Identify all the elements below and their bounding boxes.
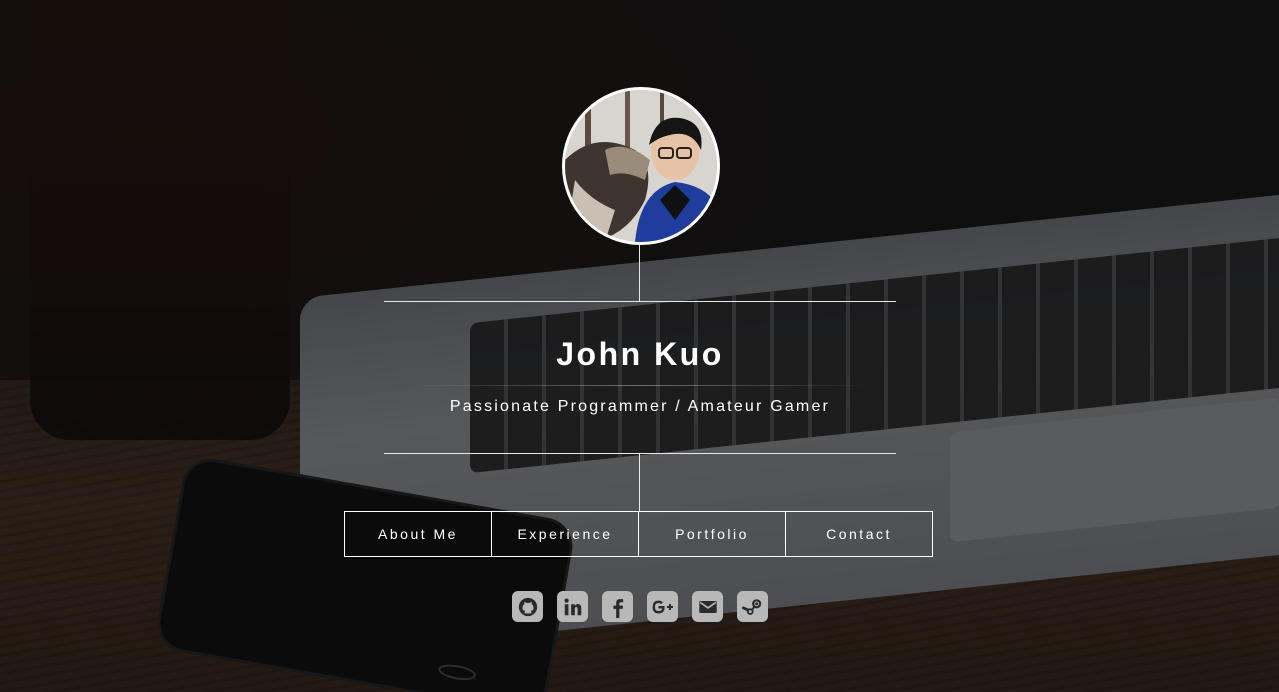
steam-icon[interactable] [737, 591, 768, 622]
social-links [512, 591, 768, 622]
profile-name: John Kuo [556, 336, 724, 372]
divider-bottom [384, 453, 896, 454]
hero: John Kuo Passionate Programmer / Amateur… [0, 0, 1279, 692]
profile-tagline: Passionate Programmer / Amateur Gamer [449, 398, 831, 415]
nav-contact-button[interactable]: Contact [785, 511, 933, 557]
nav-experience-button[interactable]: Experience [491, 511, 639, 557]
main-nav: About Me Experience Portfolio Contact [344, 511, 933, 557]
name-separator [410, 385, 870, 386]
avatar [562, 87, 720, 245]
linkedin-icon[interactable] [557, 591, 588, 622]
email-icon[interactable] [692, 591, 723, 622]
connector-line-bottom [639, 453, 640, 511]
google-plus-icon[interactable] [647, 591, 678, 622]
nav-about-me-button[interactable]: About Me [344, 511, 492, 557]
divider-top [384, 301, 896, 302]
facebook-icon[interactable] [602, 591, 633, 622]
nav-portfolio-button[interactable]: Portfolio [638, 511, 786, 557]
connector-line-top [639, 242, 640, 301]
github-icon[interactable] [512, 591, 543, 622]
